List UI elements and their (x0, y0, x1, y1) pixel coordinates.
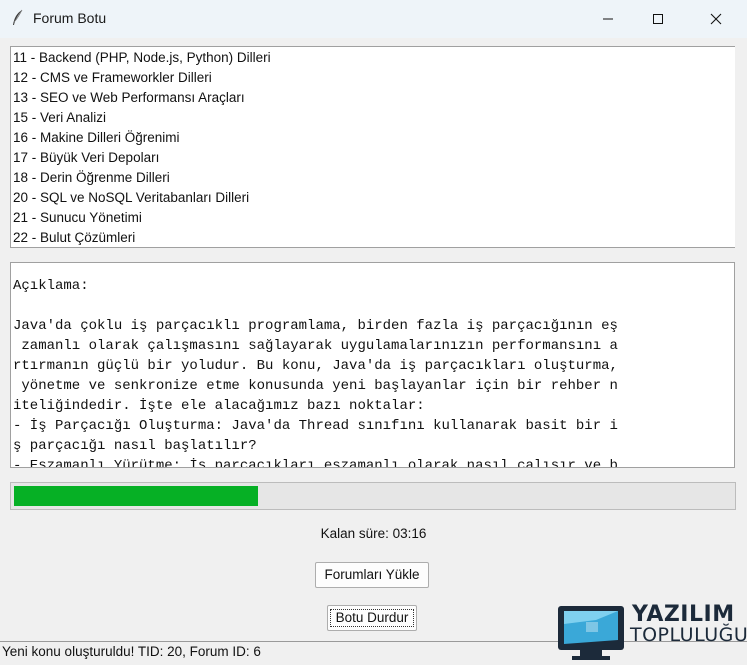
remaining-time-label: Kalan süre: 03:16 (320, 526, 427, 541)
stop-bot-button[interactable]: Botu Durdur (327, 605, 417, 631)
feather-icon (10, 9, 26, 27)
logo-text-line2: TOPLULUĞU (630, 624, 747, 646)
forum-listbox[interactable]: 11 - Backend (PHP, Node.js, Python) Dill… (10, 46, 735, 248)
description-line: rtırmanın güçlü bir yoludur. Bu konu, Ja… (13, 358, 618, 374)
minimize-icon (602, 10, 614, 29)
list-item[interactable]: 20 - SQL ve NoSQL Veritabanları Dilleri (11, 188, 735, 208)
window-title: Forum Botu (33, 10, 107, 26)
maximize-button[interactable] (635, 0, 681, 38)
progress-fill (14, 486, 258, 506)
progress-bar (10, 482, 736, 510)
maximize-icon (652, 10, 664, 29)
monitor-logo-icon (558, 606, 624, 660)
load-forums-button[interactable]: Forumları Yükle (315, 562, 429, 588)
description-line: - Eşzamanlı Yürütme: İş parçacıkları eşz… (13, 458, 618, 468)
list-item[interactable]: 11 - Backend (PHP, Node.js, Python) Dill… (11, 48, 735, 68)
minimize-button[interactable] (585, 0, 631, 38)
description-line (11, 296, 734, 316)
description-line: zamanlı olarak çalışmasını sağlayarak uy… (13, 338, 618, 354)
description-line: Açıklama: (13, 278, 89, 294)
description-line: iteliğindedir. İşte ele alacağımız bazı … (13, 398, 425, 414)
list-item[interactable]: 12 - CMS ve Frameworkler Dilleri (11, 68, 735, 88)
description-line: ş parçacığı nasıl başlatılır? (13, 438, 257, 454)
close-button[interactable] (693, 0, 739, 38)
list-item[interactable]: 17 - Büyük Veri Depoları (11, 148, 735, 168)
list-item[interactable]: 16 - Makine Dilleri Öğrenimi (11, 128, 735, 148)
close-icon (710, 10, 722, 29)
list-item[interactable]: 15 - Veri Analizi (11, 108, 735, 128)
list-item[interactable]: 18 - Derin Öğrenme Dilleri (11, 168, 735, 188)
list-item[interactable]: 21 - Sunucu Yönetimi (11, 208, 735, 228)
description-line: yönetme ve senkronize etme konusunda yen… (13, 378, 618, 394)
description-line: - İş Parçacığı Oluşturma: Java'da Thread… (13, 418, 618, 434)
description-textarea[interactable]: Açıklama: Java'da çoklu iş parçacıklı pr… (10, 262, 735, 468)
list-item[interactable]: 13 - SEO ve Web Performansı Araçları (11, 88, 735, 108)
list-item[interactable]: 22 - Bulut Çözümleri (11, 228, 735, 247)
stop-bot-label: Botu Durdur (330, 609, 414, 627)
title-bar: Forum Botu (0, 0, 747, 38)
description-line: Java'da çoklu iş parçacıklı programlama,… (13, 318, 618, 334)
